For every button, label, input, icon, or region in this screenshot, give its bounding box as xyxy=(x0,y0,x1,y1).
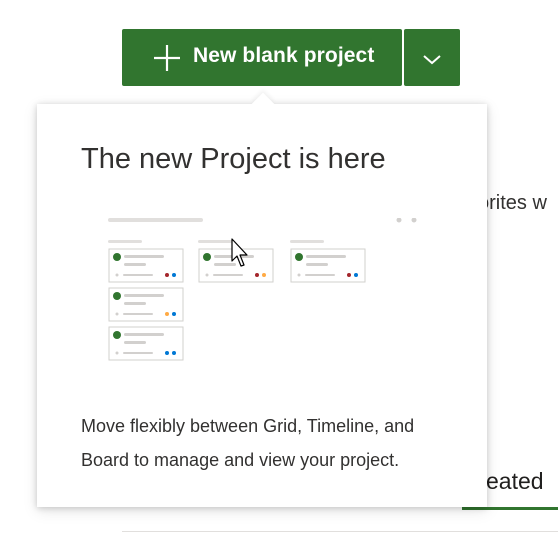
tab-label: eated xyxy=(486,468,544,494)
board-card xyxy=(108,248,184,283)
tab-divider xyxy=(122,531,558,532)
board-card xyxy=(108,287,184,322)
new-blank-project-label: New blank project xyxy=(193,44,375,67)
board-view-illustration xyxy=(108,218,417,361)
favorites-hint-text: orites w xyxy=(478,192,547,214)
chevron-down-icon xyxy=(423,55,441,65)
callout-description: Move flexibly between Grid, Timeline, an… xyxy=(81,416,415,470)
teaching-callout: The new Project is here Move flexibly be… xyxy=(37,92,487,507)
callout-title: The new Project is here xyxy=(81,143,386,175)
page: orites w eated New blank project The new… xyxy=(0,0,558,541)
board-card xyxy=(290,248,366,283)
new-project-options-button[interactable] xyxy=(404,29,460,86)
board-card xyxy=(108,326,184,361)
tab-selected-underline xyxy=(462,507,558,510)
mouse-pointer-icon xyxy=(231,238,248,267)
new-blank-project-button[interactable]: New blank project xyxy=(122,29,402,86)
plus-icon xyxy=(154,45,180,71)
